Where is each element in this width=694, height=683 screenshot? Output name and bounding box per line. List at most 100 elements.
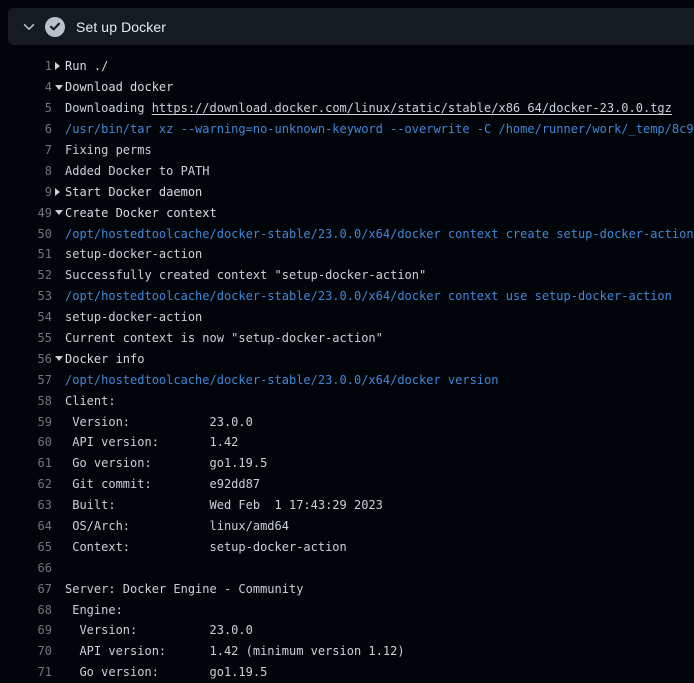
command-text: /opt/hostedtoolcache/docker-stable/23.0.… bbox=[65, 289, 672, 303]
line-number[interactable]: 7 bbox=[0, 143, 52, 157]
command-text: /usr/bin/tar xz --warning=no-unknown-key… bbox=[65, 122, 694, 136]
log-line: 60 API version: 1.42 bbox=[0, 432, 694, 453]
line-number[interactable]: 64 bbox=[0, 519, 52, 533]
log-line: 63 Built: Wed Feb 1 17:43:29 2023 bbox=[0, 495, 694, 516]
log-line: 59 Version: 23.0.0 bbox=[0, 411, 694, 432]
log-text: setup-docker-action bbox=[65, 247, 202, 261]
group-title: Download docker bbox=[65, 80, 173, 94]
log-line: 5 Downloading https://download.docker.com… bbox=[0, 98, 694, 119]
line-number[interactable]: 66 bbox=[0, 561, 52, 575]
log-line: 71 Go version: go1.19.5 bbox=[0, 662, 694, 683]
log-text: Go version: go1.19.5 bbox=[65, 665, 267, 679]
group-title: Run ./ bbox=[65, 59, 108, 73]
line-number[interactable]: 49 bbox=[0, 206, 52, 220]
line-number[interactable]: 58 bbox=[0, 394, 52, 408]
log-url-link[interactable]: https://download.docker.com/linux/static… bbox=[152, 101, 672, 115]
line-number[interactable]: 71 bbox=[0, 665, 52, 679]
log-line[interactable]: 4 Download docker bbox=[0, 77, 694, 98]
log-text: Version: 23.0.0 bbox=[65, 415, 253, 429]
log-line[interactable]: 1 Run ./ bbox=[0, 56, 694, 77]
log-text: Client: bbox=[65, 394, 116, 408]
group-title: Create Docker context bbox=[65, 206, 217, 220]
check-circle-icon bbox=[45, 17, 65, 37]
log-text: Engine: bbox=[65, 603, 123, 617]
log-line: 61 Go version: go1.19.5 bbox=[0, 453, 694, 474]
line-number[interactable]: 61 bbox=[0, 456, 52, 470]
log-line: 69 Version: 23.0.0 bbox=[0, 620, 694, 641]
log-line: 53/opt/hostedtoolcache/docker-stable/23.… bbox=[0, 286, 694, 307]
log-line: 8 Added Docker to PATH bbox=[0, 160, 694, 181]
log-text: API version: 1.42 (minimum version 1.12) bbox=[65, 644, 405, 658]
log-line: 6/usr/bin/tar xz --warning=no-unknown-ke… bbox=[0, 119, 694, 140]
log-text: Downloading https://download.docker.com/… bbox=[65, 101, 672, 115]
log-line[interactable]: 49 Create Docker context bbox=[0, 202, 694, 223]
log-text: Successfully created context "setup-dock… bbox=[65, 268, 426, 282]
log-text: Fixing perms bbox=[65, 143, 152, 157]
group-expanded-triangle-icon[interactable] bbox=[52, 85, 65, 90]
log-text: OS/Arch: linux/amd64 bbox=[65, 519, 289, 533]
line-number[interactable]: 70 bbox=[0, 644, 52, 658]
line-number[interactable]: 54 bbox=[0, 310, 52, 324]
log-line: 51 setup-docker-action bbox=[0, 244, 694, 265]
log-line: 50/opt/hostedtoolcache/docker-stable/23.… bbox=[0, 223, 694, 244]
line-number[interactable]: 52 bbox=[0, 268, 52, 282]
log-text: Go version: go1.19.5 bbox=[65, 456, 267, 470]
group-expanded-triangle-icon[interactable] bbox=[52, 356, 65, 361]
line-number[interactable]: 60 bbox=[0, 435, 52, 449]
log-text: Built: Wed Feb 1 17:43:29 2023 bbox=[65, 498, 383, 512]
line-number[interactable]: 57 bbox=[0, 373, 52, 387]
group-title: Start Docker daemon bbox=[65, 185, 202, 199]
log-text-segment: Downloading bbox=[65, 101, 152, 115]
log-text: Server: Docker Engine - Community bbox=[65, 582, 303, 596]
log-line: 65 Context: setup-docker-action bbox=[0, 536, 694, 557]
chevron-down-icon[interactable] bbox=[18, 20, 40, 34]
log-line: 57/opt/hostedtoolcache/docker-stable/23.… bbox=[0, 369, 694, 390]
log-text: Current context is now "setup-docker-act… bbox=[65, 331, 383, 345]
line-number[interactable]: 1 bbox=[0, 59, 52, 73]
log-text: Context: setup-docker-action bbox=[65, 540, 347, 554]
line-number[interactable]: 53 bbox=[0, 289, 52, 303]
log-text: Version: 23.0.0 bbox=[65, 623, 253, 637]
log-text: Git commit: e92dd87 bbox=[65, 477, 260, 491]
group-collapsed-triangle-icon[interactable] bbox=[52, 62, 65, 70]
line-number[interactable]: 63 bbox=[0, 498, 52, 512]
log-line: 54 setup-docker-action bbox=[0, 307, 694, 328]
step-header-set-up-docker[interactable]: Set up Docker bbox=[8, 8, 694, 45]
command-text: /opt/hostedtoolcache/docker-stable/23.0.… bbox=[65, 227, 694, 241]
command-text: /opt/hostedtoolcache/docker-stable/23.0.… bbox=[65, 373, 498, 387]
line-number[interactable]: 51 bbox=[0, 247, 52, 261]
log-line[interactable]: 9 Start Docker daemon bbox=[0, 181, 694, 202]
log-viewer: 1 Run ./ 4 Download docker 5 Downloading http… bbox=[0, 45, 694, 683]
line-number[interactable]: 4 bbox=[0, 80, 52, 94]
log-line[interactable]: 56 Docker info bbox=[0, 348, 694, 369]
log-text: API version: 1.42 bbox=[65, 435, 238, 449]
line-number[interactable]: 50 bbox=[0, 227, 52, 241]
group-expanded-triangle-icon[interactable] bbox=[52, 210, 65, 215]
log-text: setup-docker-action bbox=[65, 310, 202, 324]
log-line: 58 Client: bbox=[0, 390, 694, 411]
line-number[interactable]: 55 bbox=[0, 331, 52, 345]
group-collapsed-triangle-icon[interactable] bbox=[52, 188, 65, 196]
line-number[interactable]: 6 bbox=[0, 122, 52, 136]
log-line: 70 API version: 1.42 (minimum version 1.… bbox=[0, 641, 694, 662]
line-number[interactable]: 8 bbox=[0, 164, 52, 178]
line-number[interactable]: 67 bbox=[0, 582, 52, 596]
line-number[interactable]: 68 bbox=[0, 603, 52, 617]
log-line: 55 Current context is now "setup-docker-a… bbox=[0, 328, 694, 349]
line-number[interactable]: 9 bbox=[0, 185, 52, 199]
line-number[interactable]: 5 bbox=[0, 101, 52, 115]
log-line: 64 OS/Arch: linux/amd64 bbox=[0, 516, 694, 537]
log-line: 52 Successfully created context "setup-do… bbox=[0, 265, 694, 286]
log-text: Added Docker to PATH bbox=[65, 164, 210, 178]
line-number[interactable]: 62 bbox=[0, 477, 52, 491]
log-line: 62 Git commit: e92dd87 bbox=[0, 474, 694, 495]
log-line: 7 Fixing perms bbox=[0, 140, 694, 161]
group-title: Docker info bbox=[65, 352, 144, 366]
line-number[interactable]: 69 bbox=[0, 623, 52, 637]
log-line: 68 Engine: bbox=[0, 599, 694, 620]
log-line: 66 bbox=[0, 557, 694, 578]
line-number[interactable]: 56 bbox=[0, 352, 52, 366]
line-number[interactable]: 65 bbox=[0, 540, 52, 554]
step-title: Set up Docker bbox=[76, 19, 166, 35]
line-number[interactable]: 59 bbox=[0, 415, 52, 429]
